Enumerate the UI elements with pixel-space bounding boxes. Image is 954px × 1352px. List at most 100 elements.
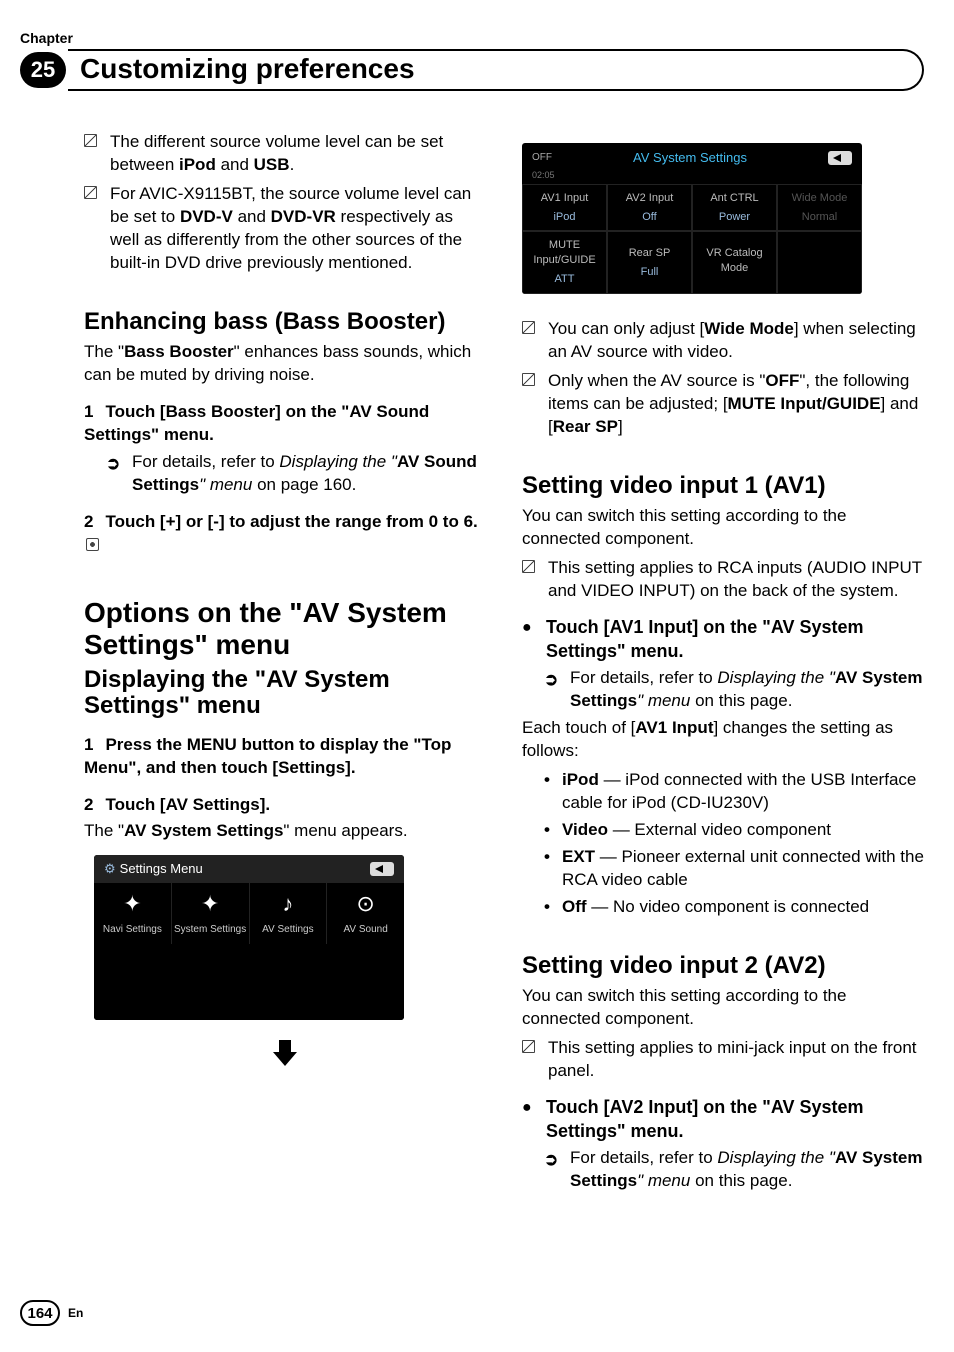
section-heading-bass: Enhancing bass (Bass Booster) (84, 309, 486, 335)
step-text: Press the MENU button to display the "To… (84, 735, 451, 777)
page-language: En (68, 1306, 83, 1320)
option-item: •EXT — Pioneer external unit connected w… (544, 846, 924, 892)
menu-item-label: System Settings (174, 923, 247, 937)
note-item: Only when the AV source is "OFF", the fo… (522, 370, 924, 439)
step: 1Press the MENU button to display the "T… (84, 734, 486, 780)
cell-label: MUTE Input/GUIDE (525, 238, 604, 268)
note-text: . (290, 155, 295, 174)
action-text: Touch [AV1 Input] on the "AV System Sett… (546, 615, 924, 664)
bullet-icon: • (544, 846, 562, 892)
down-arrow-icon (84, 1038, 486, 1073)
menu-item-label: AV Sound (329, 923, 402, 937)
bold-text: DVD-V (180, 207, 233, 226)
reference-item: ➲ For details, refer to Displaying the "… (544, 1147, 924, 1193)
step-number: 2 (84, 795, 93, 814)
cell-label: Ant CTRL (695, 191, 774, 206)
bold-text: iPod (179, 155, 216, 174)
chapter-header: 25 Customizing preferences (20, 49, 924, 91)
ref-arrow-icon: ➲ (544, 1149, 562, 1193)
settings-icon: ⚙ (104, 861, 116, 876)
step-text: Touch [Bass Booster] on the "AV Sound Se… (84, 402, 429, 444)
step-text: Touch [AV Settings]. (105, 795, 270, 814)
note-item: You can only adjust [Wide Mode] when sel… (522, 318, 924, 364)
menu-item-label: Navi Settings (96, 923, 169, 937)
note-text: and (216, 155, 254, 174)
body-text: The "Bass Booster" enhances bass sounds,… (84, 341, 486, 387)
step: 1Touch [Bass Booster] on the "AV Sound S… (84, 401, 486, 447)
page-number-value: 164 (20, 1300, 60, 1326)
ref-arrow-icon: ➲ (544, 669, 562, 713)
note-item: For AVIC-X9115BT, the source volume leve… (84, 183, 486, 275)
screenshot-settings-menu: ⚙ Settings Menu ✦Navi Settings✦System Set… (94, 855, 404, 1020)
left-column: The different source volume level can be… (84, 131, 486, 1197)
step: 2 Touch [AV Settings]. (84, 794, 486, 817)
option-item: •Off — No video component is connected (544, 896, 924, 919)
screenshot-title: AV System Settings (633, 149, 747, 167)
note-icon (522, 321, 538, 364)
option-description: — No video component is connected (587, 897, 870, 916)
action-text: Touch [AV2 Input] on the "AV System Sett… (546, 1095, 924, 1144)
menu-item-icon: ⊙ (329, 889, 402, 919)
section-heading-av2: Setting video input 2 (AV2) (522, 953, 924, 979)
note-icon (522, 373, 538, 439)
cell-label: AV1 Input (525, 191, 604, 206)
screenshot-setting-cell (777, 231, 862, 294)
cell-value: Power (695, 210, 774, 225)
note-icon (522, 560, 538, 603)
bullet-icon: • (544, 896, 562, 919)
bold-text: USB (254, 155, 290, 174)
section-heading-options: Options on the "AV System Settings" menu (84, 597, 486, 661)
note-icon (522, 1040, 538, 1083)
reference-item: ➲ For details, refer to Displaying the "… (544, 667, 924, 713)
body-text: Each touch of [AV1 Input] changes the se… (522, 717, 924, 763)
step-number: 1 (84, 402, 93, 421)
page-number: 164 En (20, 1300, 83, 1326)
screenshot-setting-cell: MUTE Input/GUIDEATT (522, 231, 607, 294)
bullet-icon: • (544, 769, 562, 815)
option-description: — Pioneer external unit connected with t… (562, 847, 924, 889)
screenshot-menu-item: ♪ AV Settings (250, 883, 328, 944)
option-name: EXT (562, 847, 595, 866)
cell-value: Off (610, 210, 689, 225)
option-name: Video (562, 820, 608, 839)
action-bullet: ● Touch [AV1 Input] on the "AV System Se… (522, 615, 924, 664)
note-item: This setting applies to RCA inputs (AUDI… (522, 557, 924, 603)
step: 2Touch [+] or [-] to adjust the range fr… (84, 511, 486, 557)
cell-label: Wide Mode (780, 191, 859, 206)
cell-label: AV2 Input (610, 191, 689, 206)
note-item: The different source volume level can be… (84, 131, 486, 177)
menu-item-icon: ♪ (252, 889, 325, 919)
note-icon (84, 186, 100, 275)
menu-item-label: AV Settings (252, 923, 325, 937)
chapter-label: Chapter (20, 30, 924, 46)
cell-value: Full (610, 265, 689, 280)
note-icon (84, 134, 100, 177)
screenshot-menu-item: ✦System Settings (172, 883, 250, 944)
screenshot-time: 02:05 (522, 169, 862, 184)
cell-value: iPod (525, 210, 604, 225)
screenshot-menu-item: ✦Navi Settings (94, 883, 172, 944)
cell-value: Normal (780, 210, 859, 225)
bullet-icon: ● (522, 1097, 546, 1144)
bold-text: DVD-VR (271, 207, 336, 226)
screenshot-setting-cell: AV2 Input Off (607, 184, 692, 232)
right-column: OFF AV System Settings 02:05 AV1 InputiP… (522, 131, 924, 1197)
body-text: You can switch this setting according to… (522, 985, 924, 1031)
screenshot-av-system-settings: OFF AV System Settings 02:05 AV1 InputiP… (522, 143, 862, 294)
bullet-icon: ● (522, 617, 546, 664)
cell-label: VR Catalog Mode (695, 246, 774, 276)
note-text: This setting applies to mini-jack input … (548, 1037, 924, 1083)
option-description: — External video component (608, 820, 831, 839)
end-square-icon (86, 538, 99, 551)
option-description: — iPod connected with the USB Interface … (562, 770, 916, 812)
screenshot-setting-cell: AV1 Input iPod (522, 184, 607, 232)
note-text: and (233, 207, 271, 226)
screenshot-title: Settings Menu (120, 861, 203, 876)
step-number: 1 (84, 735, 93, 754)
screenshot-menu-item: ⊙ AV Sound (327, 883, 404, 944)
cell-label: Rear SP (610, 246, 689, 261)
note-item: This setting applies to mini-jack input … (522, 1037, 924, 1083)
option-item: •Video — External video component (544, 819, 924, 842)
option-item: •iPod — iPod connected with the USB Inte… (544, 769, 924, 815)
option-name: Off (562, 897, 587, 916)
